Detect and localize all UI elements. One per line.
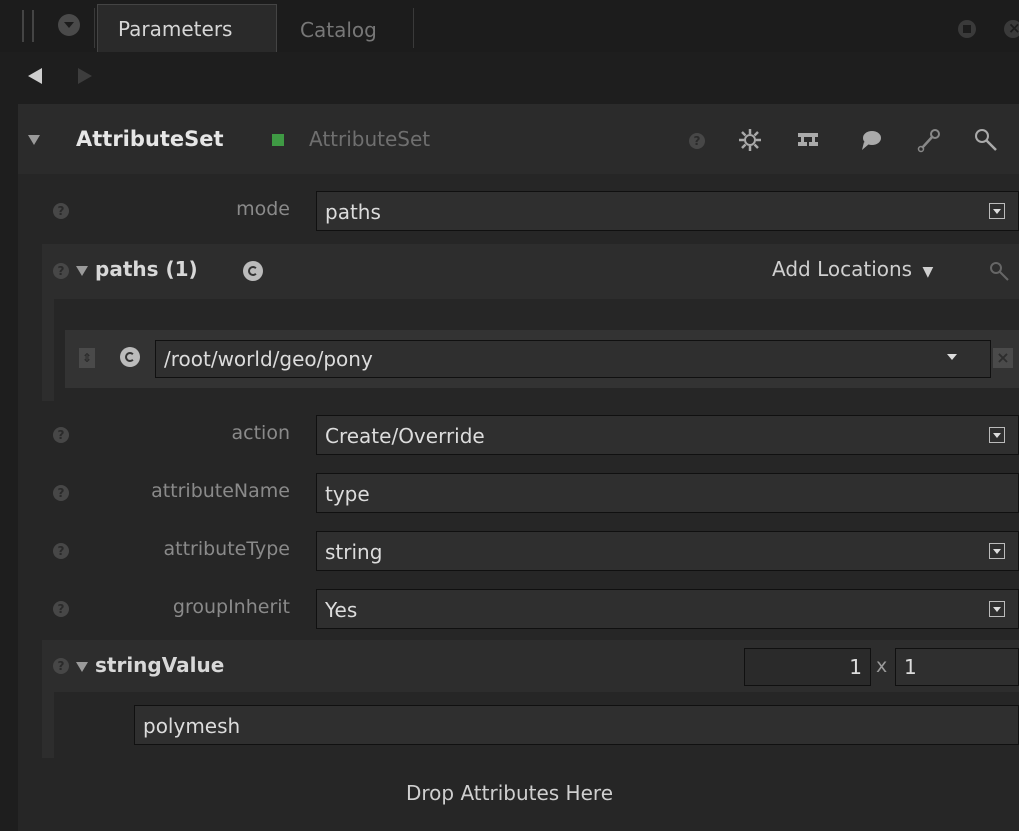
- mode-value: paths: [325, 200, 381, 224]
- tab-divider: [413, 8, 414, 48]
- attributetype-value: string: [325, 540, 383, 564]
- node-type-label: AttributeSet: [309, 127, 431, 151]
- param-label-attributename: attributeName: [151, 480, 290, 502]
- attributename-input[interactable]: type: [316, 473, 1019, 513]
- drop-attributes-zone[interactable]: Drop Attributes Here: [0, 781, 1019, 805]
- maximize-icon[interactable]: [958, 20, 976, 38]
- comment-icon[interactable]: [858, 127, 884, 153]
- tab-parameters-label: Parameters: [118, 17, 233, 41]
- array-cols-input[interactable]: 1: [895, 648, 1019, 686]
- help-icon[interactable]: ?: [53, 485, 69, 501]
- tab-divider: [94, 8, 95, 48]
- help-icon[interactable]: ?: [53, 263, 69, 279]
- array-rows-value: 1: [849, 655, 862, 679]
- path-input[interactable]: /root/world/geo/pony: [155, 340, 991, 378]
- stringvalue-input[interactable]: polymesh: [134, 705, 1019, 745]
- attributetype-dropdown[interactable]: string: [316, 531, 1019, 571]
- chevron-down-icon: ▼: [922, 264, 934, 280]
- help-icon[interactable]: ?: [53, 427, 69, 443]
- path-link-icon[interactable]: [120, 347, 140, 367]
- help-icon[interactable]: ?: [53, 601, 69, 617]
- remove-path-icon[interactable]: ×: [993, 348, 1013, 368]
- node-name[interactable]: AttributeSet: [76, 127, 224, 151]
- node-header: AttributeSet AttributeSet ?: [18, 104, 1019, 174]
- close-icon[interactable]: [1004, 19, 1019, 38]
- param-label-action: action: [231, 422, 290, 444]
- collapse-triangle-icon[interactable]: [28, 135, 40, 145]
- paths-collapse-icon[interactable]: [76, 266, 88, 276]
- attributetype-dropdown-button[interactable]: [989, 543, 1005, 559]
- add-locations-button[interactable]: Add Locations ▼: [772, 257, 933, 281]
- history-nav-bar: [0, 52, 1019, 104]
- wrench-icon[interactable]: [916, 127, 942, 153]
- param-label-mode: mode: [236, 198, 290, 220]
- path-value: /root/world/geo/pony: [164, 347, 373, 371]
- mode-dropdown[interactable]: paths: [316, 191, 1019, 231]
- action-value: Create/Override: [325, 424, 485, 448]
- paths-group-border: [42, 299, 54, 401]
- attributename-value: type: [325, 482, 370, 506]
- action-dropdown[interactable]: Create/Override: [316, 415, 1019, 455]
- help-icon[interactable]: ?: [53, 543, 69, 559]
- gear-icon[interactable]: [737, 127, 763, 153]
- drag-handle-icon[interactable]: ⇕: [79, 348, 95, 368]
- help-icon[interactable]: ?: [53, 658, 69, 674]
- tab-catalog[interactable]: Catalog: [300, 18, 377, 42]
- groupinherit-dropdown[interactable]: Yes: [316, 589, 1019, 629]
- param-label-attributetype: attributeType: [163, 538, 290, 560]
- stringvalue-title: stringValue: [95, 653, 225, 677]
- tab-bar: Parameters Catalog: [0, 0, 1019, 52]
- action-dropdown-button[interactable]: [989, 427, 1005, 443]
- forward-arrow-icon[interactable]: [78, 68, 92, 84]
- stringvalue-value: polymesh: [143, 714, 241, 738]
- tab-menu-icon[interactable]: [58, 14, 80, 36]
- groupinherit-value: Yes: [325, 598, 358, 622]
- stringvalue-group-border: [42, 692, 54, 758]
- help-icon[interactable]: ?: [53, 203, 69, 219]
- add-locations-label: Add Locations: [772, 257, 913, 281]
- array-size-separator: x: [876, 655, 888, 677]
- mode-dropdown-button[interactable]: [989, 203, 1005, 219]
- search-icon[interactable]: [973, 127, 999, 153]
- help-icon[interactable]: ?: [689, 133, 705, 149]
- param-label-groupinherit: groupInherit: [172, 596, 290, 618]
- path-dropdown-icon[interactable]: [947, 354, 957, 360]
- array-cols-value: 1: [904, 655, 917, 679]
- array-rows-input[interactable]: 1: [744, 648, 871, 686]
- node-status-indicator: [272, 134, 284, 146]
- stringvalue-collapse-icon[interactable]: [76, 662, 88, 672]
- panel-grip-handle[interactable]: [22, 10, 36, 42]
- paths-title: paths (1): [95, 257, 198, 281]
- tab-parameters[interactable]: Parameters: [97, 4, 277, 52]
- hierarchy-icon[interactable]: [795, 127, 821, 153]
- paths-link-icon[interactable]: [243, 261, 263, 281]
- groupinherit-dropdown-button[interactable]: [989, 601, 1005, 617]
- back-arrow-icon[interactable]: [28, 68, 42, 84]
- path-array-item: ⇕ /root/world/geo/pony ×: [65, 330, 1019, 388]
- paths-search-icon[interactable]: [988, 260, 1010, 282]
